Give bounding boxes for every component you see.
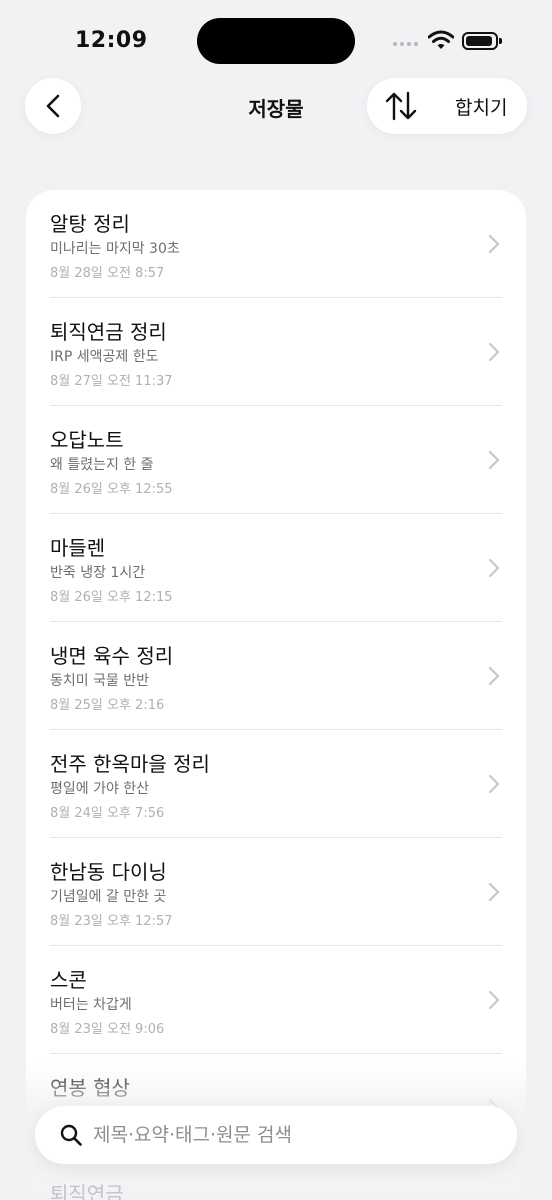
chevron-right-icon <box>488 774 500 794</box>
item-summary: 동치미 국물 반반 <box>50 673 150 689</box>
item-date: 8월 26일 오후 12:55 <box>50 482 173 497</box>
item-title: 알탕 정리 <box>50 212 130 236</box>
item-date: 8월 26일 오후 12:15 <box>50 590 173 605</box>
list-item[interactable]: 냉면 육수 정리 동치미 국물 반반 8월 25일 오후 2:16 <box>50 622 502 730</box>
cellular-signal-icon <box>393 42 418 46</box>
sort-button[interactable] <box>381 88 421 124</box>
back-button[interactable] <box>25 78 81 134</box>
dynamic-island <box>197 18 355 64</box>
item-summary: 미나리는 마지막 30초 <box>50 241 180 257</box>
list-item[interactable]: 오답노트 왜 틀렸는지 한 줄 8월 26일 오후 12:55 <box>50 406 502 514</box>
search-input[interactable] <box>93 1106 493 1164</box>
battery-icon <box>462 32 502 50</box>
list-item[interactable]: 전주 한옥마을 정리 평일에 가야 한산 8월 24일 오후 7:56 <box>50 730 502 838</box>
below-fold-item-title: 퇴직연금 <box>50 1182 124 1200</box>
item-summary: IRP 세액공제 한도 <box>50 349 159 365</box>
chevron-right-icon <box>488 882 500 902</box>
item-title: 마들렌 <box>50 536 106 560</box>
item-summary: 반죽 냉장 1시간 <box>50 565 146 581</box>
wifi-icon <box>428 30 454 49</box>
item-title: 한남동 다이닝 <box>50 860 167 884</box>
item-summary: 평일에 가야 한산 <box>50 781 150 797</box>
status-bar: 12:09 <box>0 0 552 80</box>
status-time: 12:09 <box>75 28 148 53</box>
item-summary: 왜 틀렸는지 한 줄 <box>50 457 154 473</box>
item-date: 8월 25일 오후 2:16 <box>50 698 165 713</box>
item-title: 전주 한옥마을 정리 <box>50 752 210 776</box>
item-date: 8월 27일 오전 11:37 <box>50 374 173 389</box>
list-item[interactable]: 한남동 다이닝 기념일에 갈 만한 곳 8월 23일 오후 12:57 <box>50 838 502 946</box>
list-item[interactable]: 스콘 버터는 차갑게 8월 23일 오전 9:06 <box>50 946 502 1054</box>
navigation-bar: 저장물 합치기 <box>0 78 552 134</box>
item-summary: 기념일에 갈 만한 곳 <box>50 889 167 905</box>
chevron-right-icon <box>488 558 500 578</box>
saved-items-list: 알탕 정리 미나리는 마지막 30초 8월 28일 오전 8:57 퇴직연금 정… <box>26 190 526 1200</box>
chevron-right-icon <box>488 666 500 686</box>
item-title: 냉면 육수 정리 <box>50 644 174 668</box>
search-icon <box>60 1124 82 1146</box>
item-title: 연봉 협상 <box>50 1076 130 1100</box>
merge-button[interactable]: 합치기 <box>455 93 507 120</box>
search-bar[interactable] <box>35 1106 517 1164</box>
item-title: 스콘 <box>50 968 87 992</box>
chevron-left-icon <box>46 94 60 118</box>
chevron-right-icon <box>488 990 500 1010</box>
item-summary: 버터는 차갑게 <box>50 997 132 1013</box>
nav-actions: 합치기 <box>367 78 527 134</box>
list-item[interactable]: 알탕 정리 미나리는 마지막 30초 8월 28일 오전 8:57 <box>50 190 502 298</box>
item-date: 8월 23일 오후 12:57 <box>50 914 173 929</box>
item-title: 퇴직연금 정리 <box>50 320 167 344</box>
list-item[interactable]: 퇴직연금 정리 IRP 세액공제 한도 8월 27일 오전 11:37 <box>50 298 502 406</box>
item-date: 8월 24일 오후 7:56 <box>50 806 165 821</box>
chevron-right-icon <box>488 234 500 254</box>
list-item[interactable]: 마들렌 반죽 냉장 1시간 8월 26일 오후 12:15 <box>50 514 502 622</box>
item-date: 8월 28일 오전 8:57 <box>50 266 165 281</box>
chevron-right-icon <box>488 342 500 362</box>
item-date: 8월 23일 오전 9:06 <box>50 1022 165 1037</box>
sort-arrows-icon <box>385 91 417 121</box>
item-title: 오답노트 <box>50 428 124 452</box>
chevron-right-icon <box>488 450 500 470</box>
